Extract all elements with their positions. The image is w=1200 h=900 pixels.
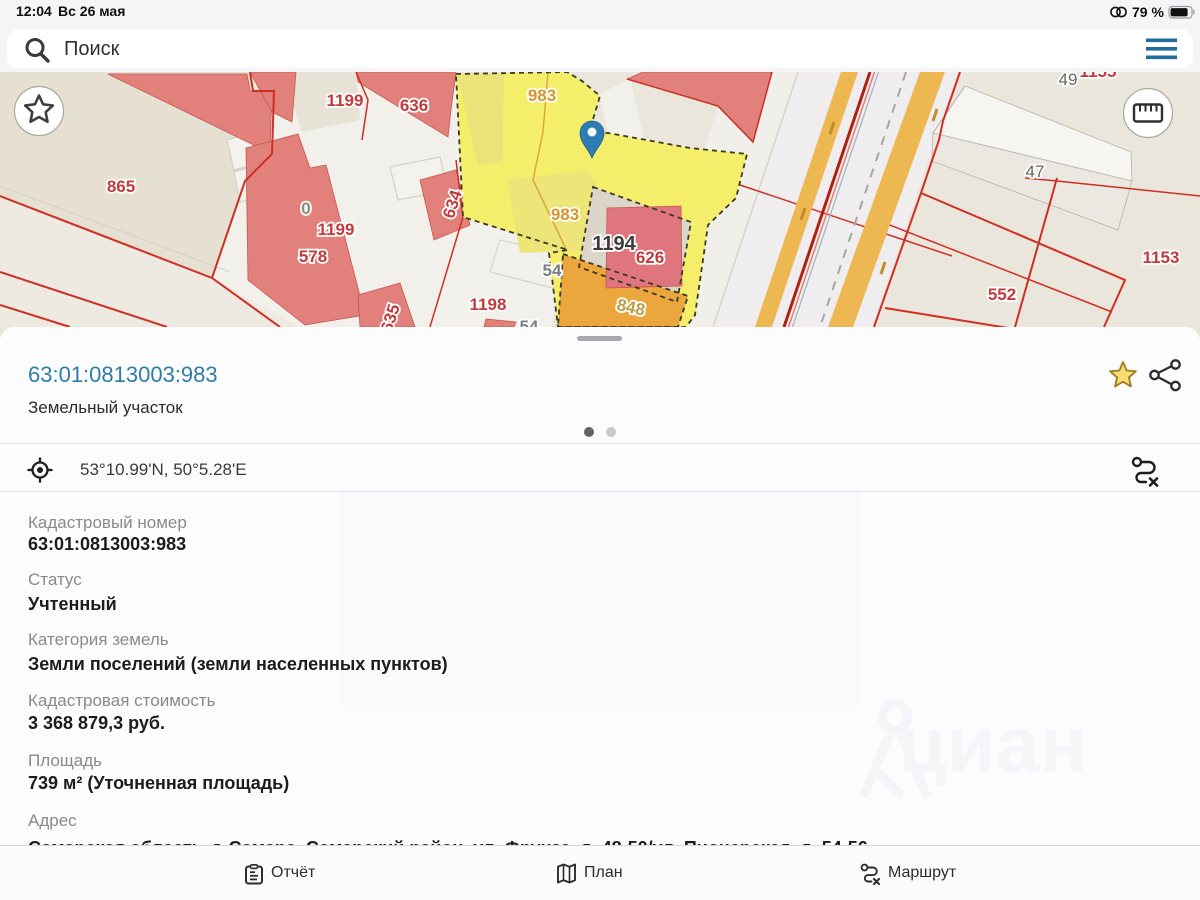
svg-text:54: 54 xyxy=(543,261,562,280)
svg-text:626: 626 xyxy=(636,248,664,267)
svg-text:54: 54 xyxy=(520,317,539,327)
svg-text:578: 578 xyxy=(299,247,327,266)
svg-text:1153: 1153 xyxy=(1143,248,1180,267)
svg-text:636: 636 xyxy=(400,96,428,115)
svg-text:1194: 1194 xyxy=(592,233,636,255)
svg-text:552: 552 xyxy=(988,285,1016,304)
svg-text:79 %: 79 % xyxy=(1132,4,1164,20)
svg-text:983: 983 xyxy=(528,86,556,105)
svg-text:865: 865 xyxy=(107,177,135,196)
svg-text:1199: 1199 xyxy=(318,220,355,239)
svg-text:47: 47 xyxy=(1026,162,1045,181)
svg-text:983: 983 xyxy=(551,205,579,224)
svg-text:1199: 1199 xyxy=(327,91,364,110)
svg-text:0: 0 xyxy=(301,199,310,218)
svg-text:49: 49 xyxy=(1059,72,1078,89)
svg-text:1198: 1198 xyxy=(470,295,507,314)
svg-text:1155: 1155 xyxy=(1080,72,1117,81)
